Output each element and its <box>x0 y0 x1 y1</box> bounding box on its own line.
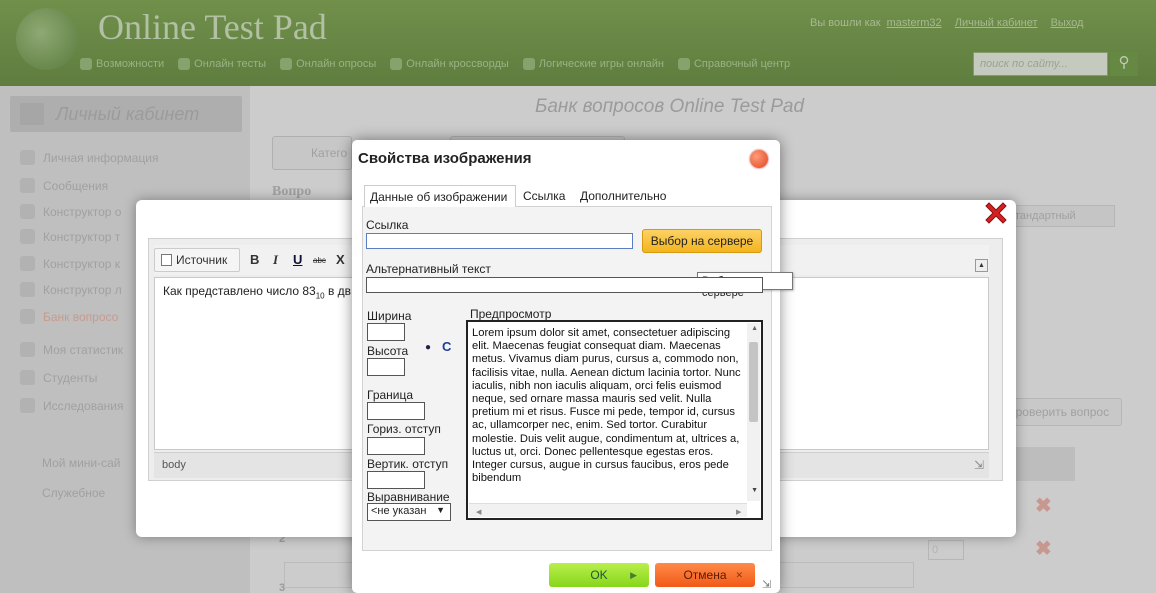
strike-button[interactable]: abc <box>313 256 326 265</box>
border-input[interactable] <box>367 402 425 420</box>
source-icon <box>161 254 172 266</box>
url-label: Ссылка <box>366 218 409 232</box>
vspace-label: Вертик. отступ <box>367 457 449 471</box>
width-input[interactable] <box>367 323 405 341</box>
toolbar-collapse-icon[interactable]: ▲ <box>975 259 988 272</box>
alt-text-input[interactable] <box>366 277 763 293</box>
tab-image-data[interactable]: Данные об изображении <box>364 185 516 207</box>
lock-ratio-icon[interactable]: ● <box>425 342 431 353</box>
width-label: Ширина <box>367 309 412 323</box>
align-label: Выравнивание <box>367 490 450 504</box>
subscript-button[interactable]: X <box>336 252 345 267</box>
scroll-right-icon[interactable]: ▶ <box>736 508 741 516</box>
preview-label: Предпросмотр <box>470 307 552 321</box>
close-icon: ✕ <box>735 570 743 580</box>
reset-size-icon[interactable]: C <box>442 339 451 354</box>
height-label: Высота <box>367 344 409 358</box>
scrollbar-thumb[interactable] <box>749 342 758 422</box>
vspace-input[interactable] <box>367 471 425 489</box>
dialog-resize-handle-icon[interactable]: ⇲ <box>762 578 771 591</box>
hspace-label: Гориз. отступ <box>367 422 441 436</box>
editor-content-text: Как представлено число 8310 в дв <box>163 284 352 301</box>
alt-text-label: Альтернативный текст <box>366 262 491 276</box>
close-icon[interactable] <box>983 200 1009 226</box>
source-button[interactable]: Источник <box>154 248 240 272</box>
scroll-down-icon[interactable]: ▼ <box>751 487 758 494</box>
arrow-right-icon: ▶ <box>630 570 637 580</box>
underline-button[interactable]: U <box>293 252 302 267</box>
resize-handle-icon[interactable]: ⇲ <box>974 458 984 472</box>
browse-server-button[interactable]: Выбор на сервере <box>642 229 762 253</box>
cancel-button[interactable]: Отмена ✕ <box>655 563 755 587</box>
ok-button[interactable]: OK ▶ <box>549 563 649 587</box>
align-select[interactable]: <не указан ▼ <box>367 503 451 521</box>
preview-horizontal-scrollbar[interactable] <box>469 503 747 517</box>
preview-text: Lorem ipsum dolor sit amet, consectetuer… <box>472 327 741 485</box>
preview-box[interactable]: Lorem ipsum dolor sit amet, consectetuer… <box>466 320 763 520</box>
border-label: Граница <box>367 388 414 402</box>
italic-button[interactable]: I <box>273 252 278 268</box>
dialog-close-icon[interactable] <box>750 150 768 168</box>
scroll-up-icon[interactable]: ▲ <box>751 325 758 332</box>
tab-link[interactable]: Ссылка <box>518 185 570 207</box>
tab-advanced[interactable]: Дополнительно <box>575 185 671 207</box>
chevron-down-icon: ▼ <box>436 505 445 515</box>
scroll-left-icon[interactable]: ◀ <box>476 508 481 516</box>
height-input[interactable] <box>367 358 405 376</box>
dialog-title: Свойства изображения <box>358 150 532 167</box>
url-input[interactable] <box>366 233 633 249</box>
bold-button[interactable]: B <box>250 252 259 267</box>
hspace-input[interactable] <box>367 437 425 455</box>
